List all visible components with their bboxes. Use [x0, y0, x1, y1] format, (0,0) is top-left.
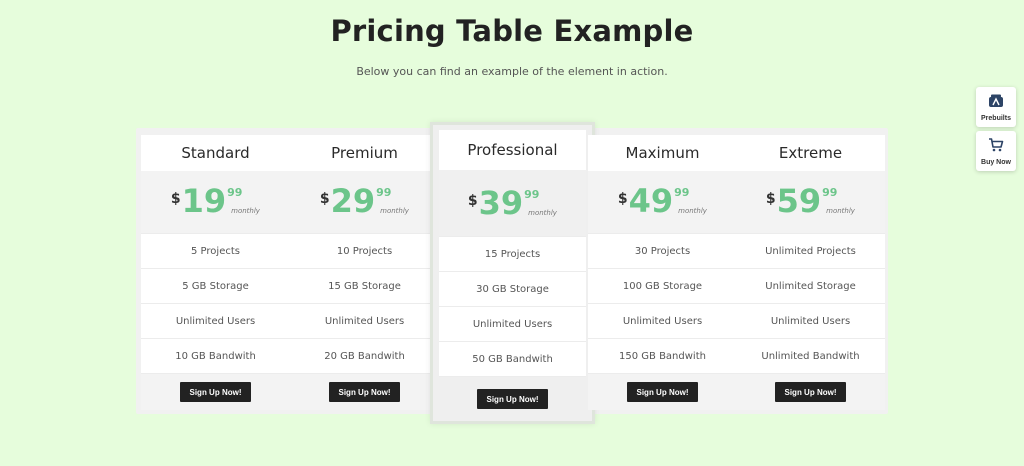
feature-item: 10 GB Bandwith: [141, 338, 290, 373]
plan-price: $ 59 99 monthly: [736, 171, 885, 233]
signup-button-premium[interactable]: Sign Up Now!: [329, 382, 400, 402]
plan-card-maximum: Maximum $ 49 99 monthly 30 Projects 100 …: [588, 135, 737, 410]
price-amount: 29: [330, 182, 376, 220]
feature-item: 30 Projects: [588, 233, 737, 268]
signup-button-extreme[interactable]: Sign Up Now!: [775, 382, 846, 402]
currency-symbol: $: [170, 191, 181, 207]
plan-card-professional: Professional $ 39 99 monthly 15 Projects…: [430, 122, 595, 424]
plan-price: $ 49 99 monthly: [588, 171, 737, 233]
plan-card-extreme: Extreme $ 59 99 monthly Unlimited Projec…: [736, 135, 885, 410]
prebuilts-label: Prebuilts: [981, 114, 1011, 122]
feature-item: 15 GB Storage: [290, 268, 439, 303]
plan-footer: Sign Up Now!: [141, 373, 290, 410]
price-cents: 99: [674, 186, 690, 199]
buy-now-label: Buy Now: [981, 158, 1011, 166]
plan-name: Extreme: [736, 135, 885, 171]
feature-item: Unlimited Storage: [736, 268, 885, 303]
price-cents: 99: [376, 186, 392, 199]
feature-item: 100 GB Storage: [588, 268, 737, 303]
plan-footer: Sign Up Now!: [439, 376, 586, 421]
currency-symbol: $: [617, 191, 628, 207]
feature-item: Unlimited Users: [588, 303, 737, 338]
feature-item: Unlimited Users: [141, 303, 290, 338]
plan-card-premium: Premium $ 29 99 monthly 10 Projects 15 G…: [290, 135, 439, 410]
price-cents: 99: [822, 186, 838, 199]
billing-period: monthly: [678, 207, 707, 215]
plan-name: Professional: [439, 130, 586, 170]
plan-footer: Sign Up Now!: [736, 373, 885, 410]
cart-icon: [988, 137, 1004, 156]
feature-item: 30 GB Storage: [439, 271, 586, 306]
price-amount: 39: [478, 184, 524, 222]
price-amount: 49: [628, 182, 674, 220]
feature-item: 20 GB Bandwith: [290, 338, 439, 373]
page-title: Pricing Table Example: [330, 14, 694, 48]
plan-footer: Sign Up Now!: [290, 373, 439, 410]
plan-name: Maximum: [588, 135, 737, 171]
feature-item: Unlimited Users: [439, 306, 586, 341]
billing-period: monthly: [528, 209, 557, 217]
feature-item: Unlimited Users: [290, 303, 439, 338]
plan-price: $ 39 99 monthly: [439, 170, 586, 236]
plan-footer: Sign Up Now!: [588, 373, 737, 410]
feature-item: Unlimited Projects: [736, 233, 885, 268]
billing-period: monthly: [231, 207, 260, 215]
billing-period: monthly: [826, 207, 855, 215]
currency-symbol: $: [765, 191, 776, 207]
feature-item: 10 Projects: [290, 233, 439, 268]
price-amount: 59: [776, 182, 822, 220]
plan-name: Standard: [141, 135, 290, 171]
signup-button-professional[interactable]: Sign Up Now!: [477, 389, 548, 409]
plan-card-standard: Standard $ 19 99 monthly 5 Projects 5 GB…: [141, 135, 290, 410]
price-cents: 99: [227, 186, 243, 199]
feature-item: Unlimited Users: [736, 303, 885, 338]
feature-item: 50 GB Bandwith: [439, 341, 586, 376]
price-amount: 19: [181, 182, 227, 220]
page-subtitle: Below you can find an example of the ele…: [356, 65, 668, 78]
currency-symbol: $: [467, 193, 478, 209]
prebuilts-icon: [988, 93, 1004, 112]
billing-period: monthly: [380, 207, 409, 215]
plan-price: $ 19 99 monthly: [141, 171, 290, 233]
prebuilts-button[interactable]: Prebuilts: [976, 87, 1016, 127]
price-cents: 99: [524, 188, 540, 201]
feature-item: 5 Projects: [141, 233, 290, 268]
buy-now-button[interactable]: Buy Now: [976, 131, 1016, 171]
signup-button-maximum[interactable]: Sign Up Now!: [627, 382, 698, 402]
feature-item: 15 Projects: [439, 236, 586, 271]
feature-item: 5 GB Storage: [141, 268, 290, 303]
feature-item: 150 GB Bandwith: [588, 338, 737, 373]
plan-name: Premium: [290, 135, 439, 171]
plan-price: $ 29 99 monthly: [290, 171, 439, 233]
signup-button-standard[interactable]: Sign Up Now!: [180, 382, 251, 402]
currency-symbol: $: [319, 191, 330, 207]
feature-item: Unlimited Bandwith: [736, 338, 885, 373]
